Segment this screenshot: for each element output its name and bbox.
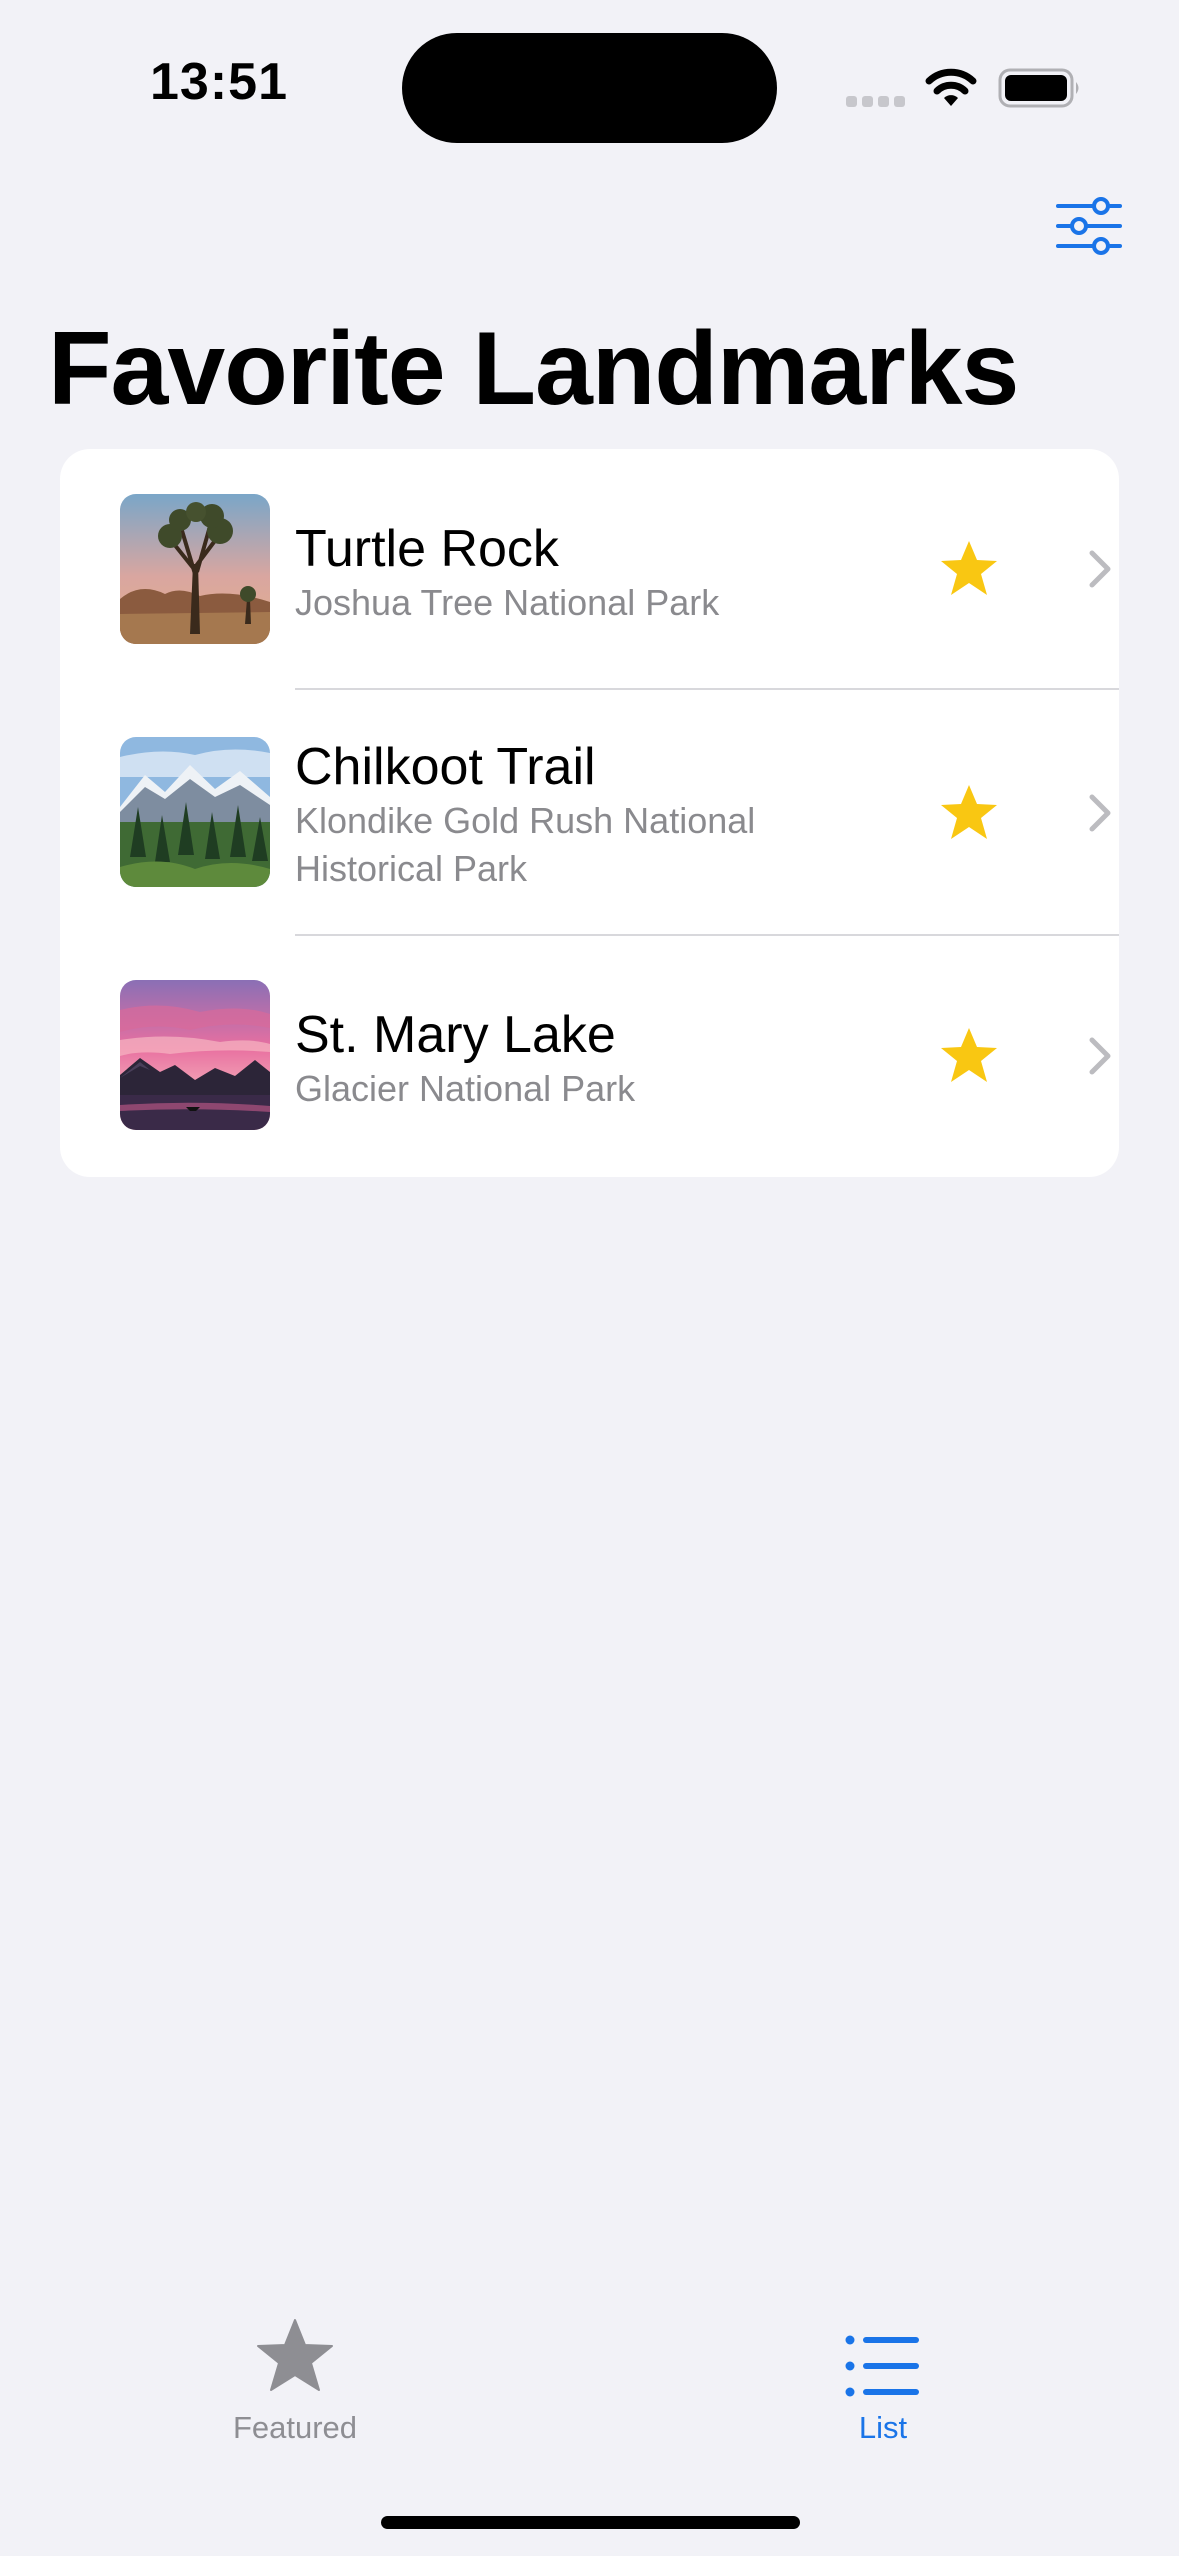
page-title: Favorite Landmarks [48,311,1019,427]
list-bullet-icon [845,2335,919,2397]
chevron-right-icon [1089,794,1111,832]
star-icon [257,2319,333,2391]
favorite-star-icon [941,541,997,595]
landmark-name: Chilkoot Trail [295,738,596,796]
chevron-right-icon [1089,550,1111,588]
slider-horizontal-icon [1056,197,1122,255]
landmark-thumbnail [120,737,270,887]
landmark-park: Joshua Tree National Park [295,582,720,623]
favorite-star-icon [941,1028,997,1082]
landmark-park: Klondike Gold Rush National Historical P… [295,800,756,889]
battery-icon [998,68,1079,108]
tab-list[interactable]: List [763,2318,1003,2458]
list-row-st-mary-lake[interactable]: St. Mary Lake Glacier National Park [60,936,1119,1177]
status-bar: 13:51 [0,0,1179,170]
tab-featured[interactable]: Featured [175,2318,415,2458]
landmark-list: Turtle Rock Joshua Tree National Park Ch… [60,449,1119,1177]
landmark-thumbnail [120,494,270,644]
favorite-star-icon [941,785,997,839]
list-row-turtle-rock[interactable]: Turtle Rock Joshua Tree National Park [60,449,1119,689]
filter-button[interactable] [1054,196,1124,256]
dynamic-island [402,33,777,143]
tab-label: List [858,2410,908,2445]
landmark-name: St. Mary Lake [295,1006,616,1064]
home-indicator[interactable] [381,2516,800,2529]
chevron-right-icon [1089,1037,1111,1075]
tab-label: Featured [232,2410,358,2445]
status-time: 13:51 [150,53,288,111]
list-row-chilkoot-trail[interactable]: Chilkoot Trail Klondike Gold Rush Nation… [60,690,1119,934]
wifi-icon [925,68,977,106]
cellular-signal-icon [846,96,905,107]
landmark-thumbnail [120,980,270,1130]
landmark-park: Glacier National Park [295,1068,636,1109]
landmark-name: Turtle Rock [295,520,559,578]
